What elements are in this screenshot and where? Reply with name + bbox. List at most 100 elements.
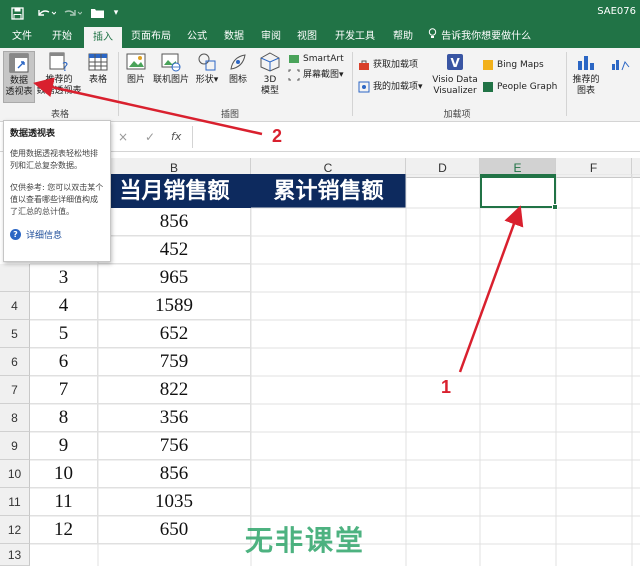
shapes-label: 形状 <box>195 75 214 85</box>
undo-icon[interactable] <box>34 4 58 22</box>
tell-me-search[interactable]: 告诉我你想要做什么 <box>428 26 538 48</box>
screenshot-icon <box>288 69 300 81</box>
shapes-button[interactable]: 形状▾ <box>193 51 221 103</box>
window-title: SAE076 <box>597 6 636 17</box>
row-header[interactable] <box>0 264 30 292</box>
fx-icon[interactable]: fx <box>171 130 181 143</box>
icons-label: 图标 <box>228 75 247 85</box>
tab-page-layout[interactable]: 页面布局 <box>124 26 178 48</box>
bar-chart-icon <box>575 51 597 73</box>
row-header[interactable]: 5 <box>0 320 30 348</box>
people-graph-button[interactable]: People Graph <box>482 80 557 94</box>
icons-button[interactable]: 图标 <box>224 51 252 103</box>
cell-a6[interactable]: 5 <box>30 320 98 348</box>
title-bar: ▾ SAE076 <box>0 0 640 26</box>
tab-file[interactable]: 文件 <box>4 26 40 48</box>
cell-a7[interactable]: 6 <box>30 348 98 376</box>
group-separator <box>352 52 353 116</box>
save-icon[interactable] <box>8 4 26 22</box>
cell-a12[interactable]: 11 <box>30 488 98 516</box>
pivot-table-icon <box>8 52 30 74</box>
lightbulb-icon <box>428 26 438 48</box>
bing-maps-button[interactable]: Bing Maps <box>482 58 544 72</box>
fill-handle[interactable] <box>552 204 558 210</box>
pivot-table-label-2: 透视表 <box>5 87 33 97</box>
redo-icon[interactable] <box>62 4 84 22</box>
row-header[interactable]: 12 <box>0 516 30 544</box>
group-label-illustrations: 插图 <box>220 110 239 120</box>
customize-qat-icon[interactable]: ▾ <box>110 4 122 22</box>
charts-gallery[interactable] <box>606 56 636 100</box>
get-addins-button[interactable]: 获取加载项 <box>358 58 418 72</box>
row-header[interactable]: 8 <box>0 404 30 432</box>
cell-a4[interactable]: 3 <box>30 264 98 292</box>
tab-home[interactable]: 开始 <box>44 26 80 48</box>
online-picture-button[interactable]: 联机图片 <box>150 51 192 103</box>
tooltip-note: 仅供参考: 您可以双击某个值以查看哪些详细值构成了汇总的总计值。 <box>10 183 104 216</box>
chart-types-icon <box>610 56 632 78</box>
addins-icon <box>358 81 370 93</box>
row-header[interactable]: 6 <box>0 348 30 376</box>
cell-a9[interactable]: 8 <box>30 404 98 432</box>
my-addins-button[interactable]: 我的加载项 ▾ <box>358 80 423 94</box>
formula-input[interactable] <box>192 126 638 148</box>
visio-button[interactable]: V Visio Data Visualizer <box>432 51 478 103</box>
model3d-label-2: 模型 <box>260 86 279 96</box>
smartart-button[interactable]: SmartArt <box>288 52 344 66</box>
screenshot-button[interactable]: 屏幕截图 ▾ <box>288 68 344 82</box>
table-button[interactable]: 表格 <box>84 51 112 103</box>
pivot-table-tooltip: 数据透视表 使用数据透视表轻松地排列和汇总复杂数据。 仅供参考: 您可以双击某个… <box>3 120 111 262</box>
recommended-charts-label-1: 推荐的 <box>572 75 600 85</box>
model3d-button[interactable]: 3D 模型 <box>256 51 284 103</box>
people-graph-icon <box>482 81 494 93</box>
folder-icon[interactable] <box>88 4 106 22</box>
row-header[interactable]: 9 <box>0 432 30 460</box>
cancel-icon[interactable]: × <box>118 130 128 144</box>
recommended-pivot-button[interactable]: ? 推荐的 数据透视表 <box>36 51 82 103</box>
watermark-logo: 无非课堂 <box>245 524 366 557</box>
tooltip-description: 使用数据透视表轻松地排列和汇总复杂数据。 <box>10 149 98 170</box>
cell-a11[interactable]: 10 <box>30 460 98 488</box>
row-header[interactable]: 4 <box>0 292 30 320</box>
bing-maps-icon <box>482 59 494 71</box>
smartart-label: SmartArt <box>303 54 344 64</box>
ribbon-insert: 数据 透视表 ? 推荐的 数据透视表 表格 表格 图片 联机图片 形状▾ 图标 … <box>0 48 640 122</box>
people-graph-label: People Graph <box>497 82 558 92</box>
my-addins-label: 我的加载项 <box>373 82 419 92</box>
model3d-label-1: 3D <box>263 75 277 85</box>
shapes-icon <box>196 51 218 73</box>
recommended-charts-button[interactable]: 推荐的 图表 <box>570 51 602 103</box>
tab-data[interactable]: 数据 <box>216 26 252 48</box>
row-header[interactable]: 10 <box>0 460 30 488</box>
tab-formulas[interactable]: 公式 <box>180 26 214 48</box>
picture-button[interactable]: 图片 <box>122 51 150 103</box>
tab-developer[interactable]: 开发工具 <box>328 26 382 48</box>
shapes-dropdown-icon: ▾ <box>213 75 219 85</box>
svg-text:V: V <box>451 56 461 70</box>
tab-insert[interactable]: 插入 <box>84 27 122 48</box>
cell-a13[interactable]: 12 <box>30 516 98 544</box>
visio-icon: V <box>444 51 466 73</box>
screenshot-label: 屏幕截图 <box>303 70 340 80</box>
selected-cell-e1[interactable] <box>480 174 556 208</box>
store-icon <box>358 59 370 71</box>
tab-review[interactable]: 审阅 <box>254 26 288 48</box>
row-header[interactable]: 13 <box>0 544 30 566</box>
online-picture-label: 联机图片 <box>152 75 189 85</box>
screenshot-dropdown-icon: ▾ <box>339 70 344 80</box>
cell-a8[interactable]: 7 <box>30 376 98 404</box>
cell-a10[interactable]: 9 <box>30 432 98 460</box>
row-header[interactable]: 11 <box>0 488 30 516</box>
recommended-pivot-icon: ? <box>48 51 70 74</box>
row-header[interactable]: 7 <box>0 376 30 404</box>
picture-label: 图片 <box>126 75 145 85</box>
tooltip-title: 数据透视表 <box>10 129 56 139</box>
tooltip-more-info-link[interactable]: ? 详细信息 <box>10 228 104 241</box>
pivot-table-button[interactable]: 数据 透视表 <box>3 51 35 103</box>
tab-help[interactable]: 帮助 <box>386 26 420 48</box>
recommended-pivot-label-2: 数据透视表 <box>36 86 82 96</box>
enter-icon[interactable]: ✓ <box>145 130 155 144</box>
tab-view[interactable]: 视图 <box>290 26 324 48</box>
cube-icon <box>259 51 281 73</box>
cell-a5[interactable]: 4 <box>30 292 98 320</box>
